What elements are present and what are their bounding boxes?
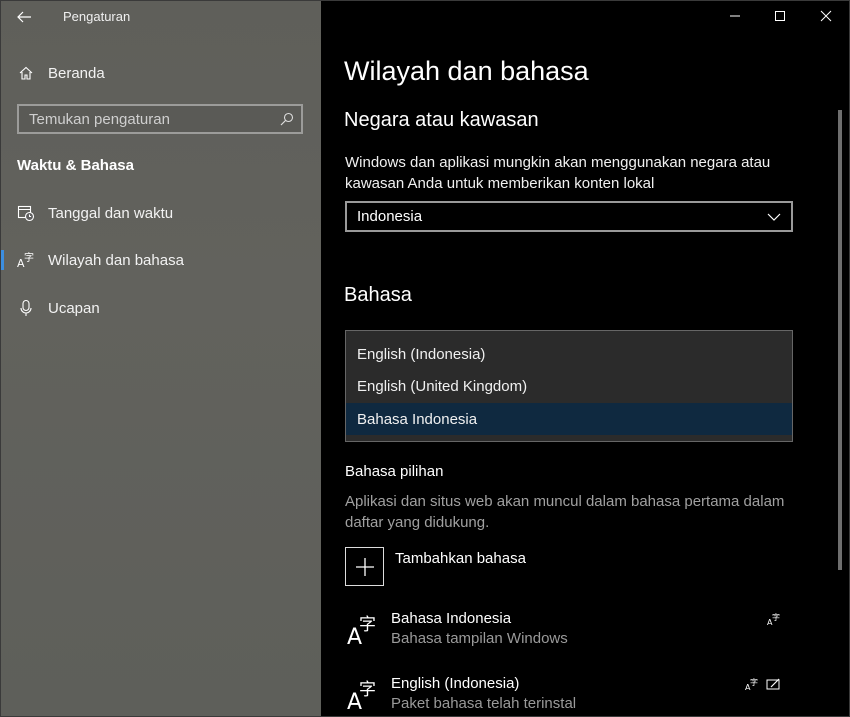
language-option[interactable]: English (United Kingdom) [346, 370, 792, 402]
preferred-heading: Bahasa pilihan [345, 463, 444, 480]
back-button[interactable] [12, 6, 36, 28]
svg-text:字: 字 [359, 615, 376, 635]
sidebar-item-home[interactable]: Beranda [0, 53, 321, 93]
preferred-description: Aplikasi dan situs web akan muncul dalam… [345, 493, 785, 531]
handwriting-icon [766, 678, 780, 690]
language-icon: A字 [347, 615, 376, 650]
svg-text:字: 字 [359, 680, 376, 700]
sidebar-item-region-language[interactable]: A字 Wilayah dan bahasa [0, 240, 321, 280]
language-option[interactable]: English (Indonesia) [346, 338, 792, 370]
language-name: English (Indonesia) [391, 675, 520, 692]
language-status: Paket bahasa telah terinstal [391, 695, 577, 712]
minimize-button[interactable] [712, 0, 758, 32]
home-icon [17, 64, 35, 82]
add-language-button[interactable] [345, 547, 384, 586]
app-title: Pengaturan [63, 9, 131, 24]
svg-text:字: 字 [24, 251, 34, 264]
scrollbar[interactable] [838, 110, 842, 570]
language-list-item[interactable]: A字 English (Indonesia) Paket bahasa tela… [345, 675, 785, 717]
sidebar-item-label: Tanggal dan waktu [48, 204, 174, 222]
country-description: Windows dan aplikasi mungkin akan menggu… [345, 154, 771, 192]
country-selected-value: Indonesia [357, 208, 423, 225]
search-input[interactable]: Temukan pengaturan [17, 104, 303, 134]
display-language-icon: A字 [745, 677, 758, 691]
plus-icon [355, 557, 374, 576]
maximize-button[interactable] [757, 0, 803, 32]
svg-text:字: 字 [772, 612, 780, 622]
language-heading: Bahasa [344, 284, 412, 306]
section-title: Waktu & Bahasa [17, 157, 134, 174]
svg-text:字: 字 [750, 677, 758, 687]
language-icon: A字 [347, 680, 376, 715]
close-icon [820, 10, 832, 22]
back-arrow-icon [17, 11, 31, 23]
sidebar-item-date-time[interactable]: Tanggal dan waktu [0, 193, 321, 233]
language-status: Bahasa tampilan Windows [391, 630, 568, 647]
close-button[interactable] [803, 0, 849, 32]
language-dropdown[interactable]: English (Indonesia) English (United King… [345, 330, 793, 442]
country-heading: Negara atau kawasan [344, 109, 539, 131]
add-language-label[interactable]: Tambahkan bahasa [395, 550, 526, 567]
language-icon: A字 [17, 251, 35, 269]
search-placeholder: Temukan pengaturan [29, 110, 170, 128]
language-option-selected[interactable]: Bahasa Indonesia [346, 403, 792, 435]
sidebar: Pengaturan Beranda Temukan pengaturan Wa… [0, 0, 321, 717]
calendar-clock-icon [17, 204, 35, 222]
display-language-icon: A字 [767, 612, 780, 626]
maximize-icon [775, 11, 785, 21]
search-icon[interactable] [279, 111, 295, 127]
settings-window: Pengaturan Beranda Temukan pengaturan Wa… [0, 0, 850, 717]
microphone-icon [17, 299, 35, 317]
chevron-down-icon [767, 213, 781, 221]
minimize-icon [730, 15, 740, 17]
sidebar-item-label: Ucapan [48, 299, 100, 317]
language-name: Bahasa Indonesia [391, 610, 512, 627]
sidebar-item-label: Beranda [48, 64, 105, 82]
country-select[interactable]: Indonesia [345, 201, 793, 232]
page-title: Wilayah dan bahasa [344, 56, 589, 86]
sidebar-item-label: Wilayah dan bahasa [48, 251, 184, 269]
sidebar-item-speech[interactable]: Ucapan [0, 288, 321, 328]
language-list-item[interactable]: A字 Bahasa Indonesia Bahasa tampilan Wind… [345, 610, 785, 660]
